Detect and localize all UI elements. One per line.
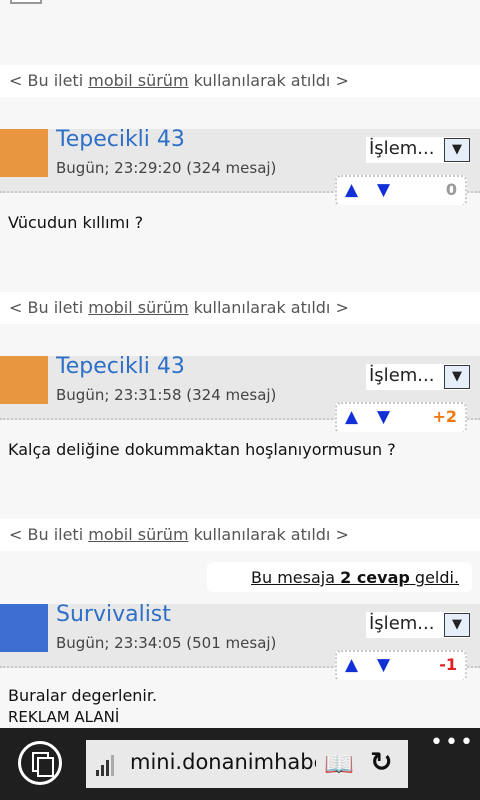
action-select[interactable]: İşlem... ▼ xyxy=(366,137,470,163)
post-body: Vücudun kıllımı ? xyxy=(0,205,480,293)
chevron-down-icon[interactable]: ▼ xyxy=(444,613,470,637)
mobile-footer-text: < Bu ileti mobil sürüm kullanılarak atıl… xyxy=(9,525,349,544)
post-date: Bugün; 23:31:58 (324 mesaj) xyxy=(56,386,277,404)
mobile-footer-text: < Bu ileti mobil sürüm kullanılarak atıl… xyxy=(9,71,349,90)
downvote-icon[interactable]: ▼ xyxy=(377,407,390,427)
action-select[interactable]: İşlem... ▼ xyxy=(366,364,470,390)
chevron-down-icon[interactable]: ▼ xyxy=(444,365,470,389)
upvote-icon[interactable]: ▲ xyxy=(345,407,358,427)
vote-score: -1 xyxy=(439,655,457,674)
browser-address-bar: mini.donanimhaber.com 📖 ↻ ••• xyxy=(0,728,480,800)
downvote-icon[interactable]: ▼ xyxy=(377,180,390,200)
username[interactable]: Survivalist xyxy=(56,602,171,627)
post-text: REKLAM ALANİ xyxy=(8,708,120,726)
vote-widget: ▲ ▼ +2 xyxy=(335,402,467,434)
reading-view-icon[interactable]: 📖 xyxy=(324,750,354,778)
action-label: İşlem... xyxy=(369,365,435,386)
mobile-footer: < Bu ileti mobil sürüm kullanılarak atıl… xyxy=(0,519,480,551)
url-text[interactable]: mini.donanimhaber.com xyxy=(130,750,316,774)
mobile-version-link[interactable]: mobil sürüm xyxy=(88,525,188,544)
avatar[interactable] xyxy=(0,604,48,652)
post-text: Buralar degerlenir. xyxy=(8,686,158,705)
vote-score: +2 xyxy=(432,407,457,426)
reply-count-link[interactable]: Bu mesaja 2 cevap geldi. xyxy=(251,568,459,587)
tabs-icon[interactable] xyxy=(18,741,62,785)
more-options-icon[interactable]: ••• xyxy=(430,730,475,755)
post-text: Kalça deliğine dokummaktan hoşlanıyormus… xyxy=(8,440,396,459)
upvote-icon[interactable]: ▲ xyxy=(345,180,358,200)
mobile-footer: < Bu ileti mobil sürüm kullanılarak atıl… xyxy=(0,65,480,97)
vote-widget: ▲ ▼ -1 xyxy=(335,650,467,682)
post-date: Bugün; 23:29:20 (324 mesaj) xyxy=(56,159,277,177)
avatar[interactable] xyxy=(0,356,48,404)
refresh-icon[interactable]: ↻ xyxy=(370,747,393,778)
action-label: İşlem... xyxy=(369,138,435,159)
post-body: Kalça deliğine dokummaktan hoşlanıyormus… xyxy=(0,432,480,520)
post-date: Bugün; 23:34:05 (501 mesaj) xyxy=(56,634,277,652)
action-label: İşlem... xyxy=(369,613,435,634)
mobile-footer: < Bu ileti mobil sürüm kullanılarak atıl… xyxy=(0,292,480,324)
previous-post-stub xyxy=(10,0,42,4)
username[interactable]: Tepecikli 43 xyxy=(56,354,185,379)
username[interactable]: Tepecikli 43 xyxy=(56,127,185,152)
post-body: Buralar degerlenir. REKLAM ALANİ xyxy=(0,680,480,728)
downvote-icon[interactable]: ▼ xyxy=(377,655,390,675)
chevron-down-icon[interactable]: ▼ xyxy=(444,138,470,162)
reply-notice[interactable]: Bu mesaja 2 cevap geldi. xyxy=(207,562,472,592)
mobile-version-link[interactable]: mobil sürüm xyxy=(88,298,188,317)
vote-widget: ▲ ▼ 0 xyxy=(335,175,467,207)
action-select[interactable]: İşlem... ▼ xyxy=(366,612,470,638)
mobile-footer-text: < Bu ileti mobil sürüm kullanılarak atıl… xyxy=(9,298,349,317)
mobile-version-link[interactable]: mobil sürüm xyxy=(88,71,188,90)
url-field[interactable]: mini.donanimhaber.com 📖 ↻ xyxy=(86,740,408,788)
signal-icon xyxy=(96,752,120,776)
upvote-icon[interactable]: ▲ xyxy=(345,655,358,675)
post-text: Vücudun kıllımı ? xyxy=(8,213,144,232)
forum-page: < Bu ileti mobil sürüm kullanılarak atıl… xyxy=(0,0,480,728)
avatar[interactable] xyxy=(0,129,48,177)
vote-score: 0 xyxy=(445,180,457,199)
